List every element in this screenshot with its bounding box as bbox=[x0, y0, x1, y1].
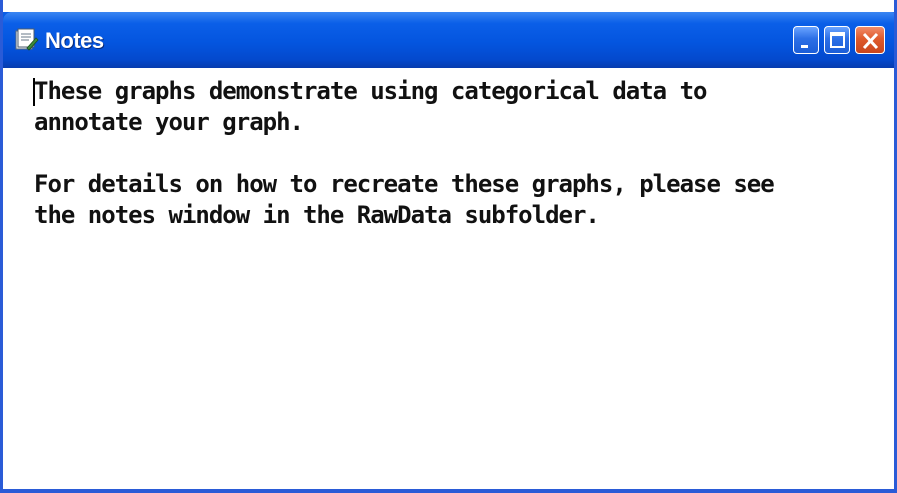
notes-line: the notes window in the RawData subfolde… bbox=[34, 201, 600, 229]
title-bar-fill[interactable]: Notes bbox=[3, 12, 894, 68]
close-icon bbox=[862, 32, 879, 50]
notes-text-area[interactable]: These graphs demonstrate using categoric… bbox=[13, 68, 893, 488]
minimize-icon bbox=[801, 45, 808, 48]
notes-line: For details on how to recreate these gra… bbox=[34, 170, 775, 198]
notes-line: annotate your graph. bbox=[34, 108, 304, 136]
title-bar-top-strip bbox=[3, 0, 894, 12]
close-button[interactable] bbox=[855, 26, 885, 54]
minimize-button[interactable] bbox=[793, 26, 819, 54]
window-title: Notes bbox=[45, 28, 104, 53]
notes-window: Notes These graphs demonstrate using cat… bbox=[0, 0, 897, 493]
notes-line: These graphs demonstrate using categoric… bbox=[34, 77, 707, 105]
maximize-icon bbox=[830, 32, 845, 48]
notes-body: These graphs demonstrate using categoric… bbox=[34, 76, 775, 231]
title-bar[interactable]: Notes bbox=[3, 0, 894, 68]
notes-app-icon[interactable] bbox=[13, 28, 39, 52]
maximize-button[interactable] bbox=[824, 26, 850, 54]
